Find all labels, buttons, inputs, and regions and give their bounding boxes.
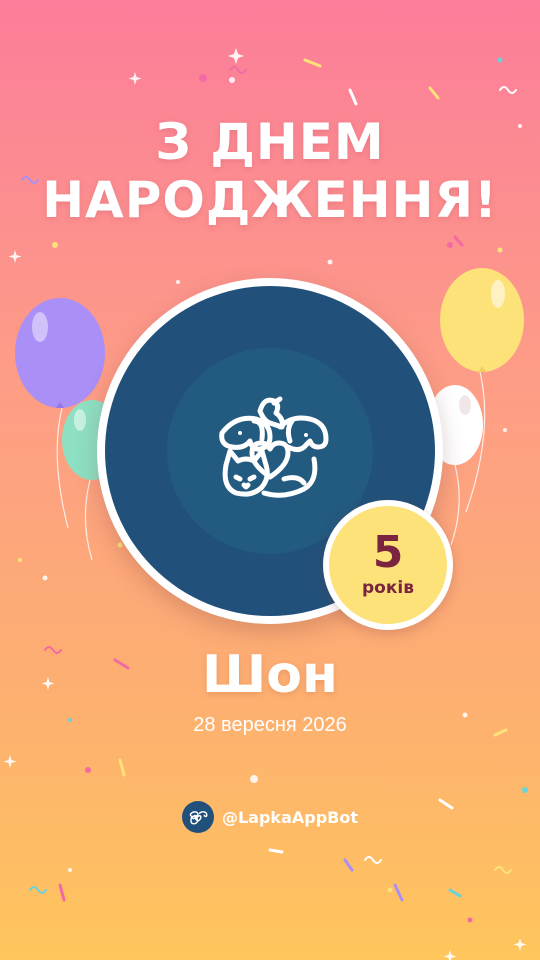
footer-branding: @LapkaAppBot: [0, 800, 540, 834]
age-unit: років: [362, 578, 414, 598]
title-line-2: НАРОДЖЕННЯ!: [42, 171, 498, 229]
bot-handle[interactable]: @LapkaAppBot: [222, 808, 358, 827]
age-badge-inner: 5 років: [329, 506, 447, 624]
age-number: 5: [372, 527, 404, 578]
birthday-card: З ДНЕМ НАРОДЖЕННЯ! 5 років Шон 28 вересн…: [0, 0, 540, 960]
age-badge: 5 років: [323, 500, 453, 630]
title-line-1: З ДНЕМ: [155, 113, 385, 171]
pets-heart-icon: [219, 396, 329, 498]
pets-logo-icon: [181, 801, 214, 833]
birthday-date: 28 вересня 2026: [193, 714, 347, 736]
pet-name: Шон: [202, 645, 338, 705]
